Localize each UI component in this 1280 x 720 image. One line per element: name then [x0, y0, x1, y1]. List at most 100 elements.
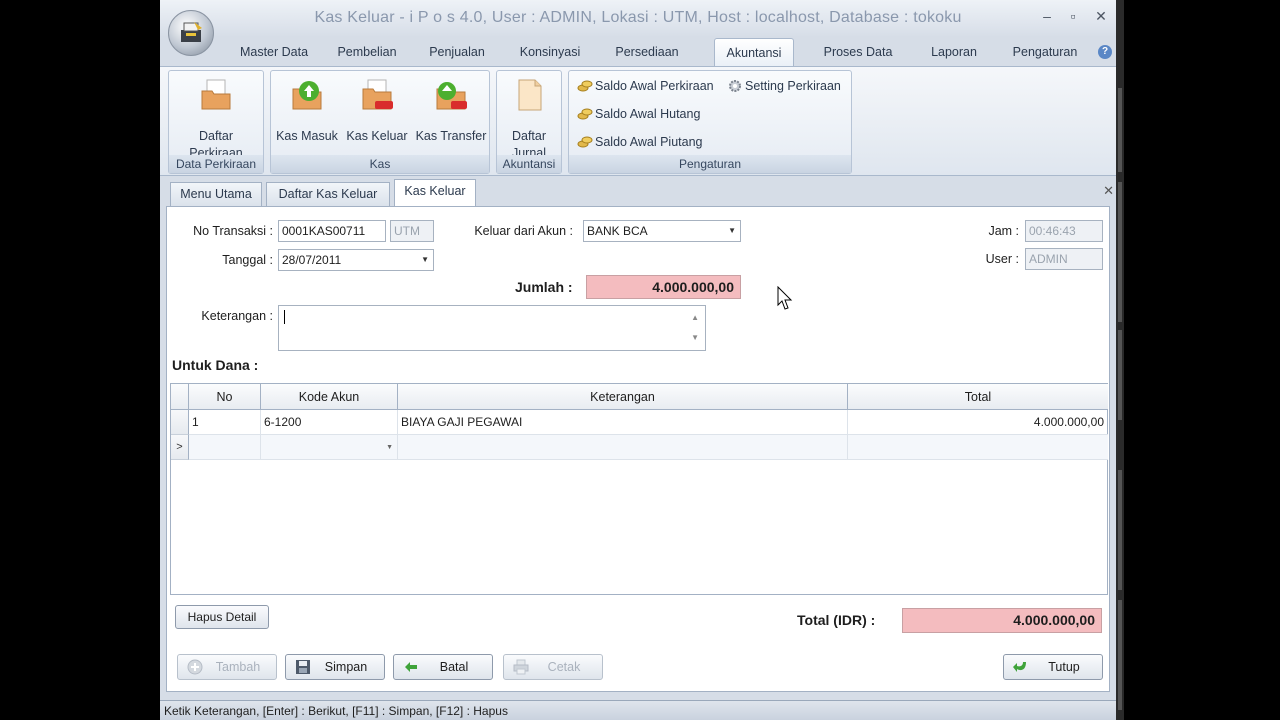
gear-icon: [729, 80, 741, 92]
tambah-button[interactable]: Tambah: [177, 654, 277, 680]
keterangan-textarea[interactable]: ▲ ▼: [278, 305, 706, 351]
new-cell-total[interactable]: [848, 435, 1108, 460]
coins-icon: [577, 136, 593, 148]
setting-perkiraan-button[interactable]: Setting Perkiraan: [725, 75, 841, 97]
window-title: Kas Keluar - i P o s 4.0, User : ADMIN, …: [314, 9, 962, 26]
close-button[interactable]: ✕: [1090, 6, 1112, 26]
tanggal-value: 28/07/2011: [282, 253, 342, 267]
row-header[interactable]: [171, 410, 189, 435]
daftar-jurnal-button[interactable]: Daftar Jurnal: [497, 77, 561, 162]
chevron-down-icon[interactable]: ▼: [728, 221, 736, 241]
group-data-perkiraan: Daftar Perkiraan Data Perkiraan: [168, 70, 264, 174]
daftar-jurnal-label-1: Daftar: [511, 129, 547, 143]
tab-kas-keluar[interactable]: Kas Keluar: [394, 179, 476, 206]
saldo-awal-perkiraan-button[interactable]: Saldo Awal Perkiraan: [575, 75, 714, 97]
group-label-pengaturan: Pengaturan: [569, 155, 851, 173]
minimize-button[interactable]: –: [1036, 6, 1058, 26]
group-kas: Kas Masuk Kas Keluar Kas Transfer Kas: [270, 70, 490, 174]
new-cell-keterangan[interactable]: [398, 435, 848, 460]
tab-penjualan[interactable]: Penjualan: [416, 38, 498, 66]
saldo-awal-piutang-button[interactable]: Saldo Awal Piutang: [575, 131, 703, 153]
cell-no[interactable]: 1: [189, 410, 261, 435]
tanggal-label: Tanggal :: [222, 253, 273, 267]
group-label-data-perkiraan: Data Perkiraan: [169, 155, 263, 173]
user-label: User :: [985, 252, 1019, 266]
tab-akuntansi[interactable]: Akuntansi: [714, 38, 794, 66]
detail-grid: No Kode Akun Keterangan Total 1 6-1200 B…: [170, 383, 1108, 595]
tab-daftar-kas-keluar[interactable]: Daftar Kas Keluar: [266, 182, 390, 206]
cash-register-icon: [181, 22, 202, 42]
column-header-total[interactable]: Total: [848, 384, 1108, 410]
scroll-up-icon[interactable]: ▲: [691, 308, 699, 328]
tab-proses-data[interactable]: Proses Data: [810, 38, 906, 66]
title-bar: Kas Keluar - i P o s 4.0, User : ADMIN, …: [160, 0, 1116, 36]
tab-konsinyasi[interactable]: Konsinyasi: [506, 38, 594, 66]
saldo-awal-hutang-button[interactable]: Saldo Awal Hutang: [575, 103, 700, 125]
background-strip: [1116, 0, 1124, 720]
jumlah-label: Jumlah :: [515, 279, 573, 295]
cell-keterangan[interactable]: BIAYA GAJI PEGAWAI: [398, 410, 848, 435]
folder-transfer-icon: [436, 82, 467, 110]
tab-pembelian[interactable]: Pembelian: [326, 38, 408, 66]
printer-icon: [513, 659, 529, 675]
folder-document-icon: [201, 79, 231, 110]
keluar-dari-akun-label: Keluar dari Akun :: [474, 224, 573, 238]
chevron-down-icon[interactable]: ▼: [421, 250, 429, 270]
simpan-label: Simpan: [324, 660, 368, 674]
tab-master-data[interactable]: Master Data: [230, 38, 318, 66]
new-cell-no[interactable]: [189, 435, 261, 460]
daftar-perkiraan-button[interactable]: Daftar Perkiraan: [169, 77, 263, 162]
kas-keluar-button[interactable]: Kas Keluar: [343, 77, 411, 145]
untuk-dana-label: Untuk Dana :: [172, 357, 259, 373]
tanggal-date-picker[interactable]: 28/07/2011 ▼: [278, 249, 434, 271]
help-icon[interactable]: ?: [1098, 45, 1112, 59]
folder-arrow-in-icon: [292, 81, 322, 110]
keluar-dari-akun-select[interactable]: BANK BCA ▼: [583, 220, 741, 242]
chevron-down-icon[interactable]: ▼: [386, 435, 393, 460]
kas-masuk-label: Kas Masuk: [276, 129, 338, 143]
undo-icon: [405, 662, 417, 672]
tab-menu-utama[interactable]: Menu Utama: [170, 182, 262, 206]
add-icon: [187, 659, 203, 675]
group-label-akuntansi: Akuntansi: [497, 155, 561, 173]
saldo-awal-hutang-label: Saldo Awal Hutang: [595, 107, 701, 121]
tab-pengaturan[interactable]: Pengaturan: [1000, 38, 1090, 66]
new-cell-kode-akun[interactable]: ▼: [261, 435, 398, 460]
column-header-kode-akun[interactable]: Kode Akun: [261, 384, 398, 410]
ribbon-tabs: Master Data Pembelian Penjualan Konsinya…: [220, 38, 1116, 66]
simpan-button[interactable]: Simpan: [285, 654, 385, 680]
group-pengaturan: Saldo Awal Perkiraan Setting Perkiraan S…: [568, 70, 852, 174]
scroll-down-icon[interactable]: ▼: [691, 328, 699, 348]
saldo-awal-piutang-label: Saldo Awal Piutang: [595, 135, 703, 149]
group-label-kas: Kas: [271, 155, 489, 173]
keluar-dari-akun-value: BANK BCA: [587, 224, 648, 238]
tutup-button[interactable]: Tutup: [1003, 654, 1103, 680]
app-menu-button[interactable]: [168, 10, 214, 56]
jam-field: 00:46:43: [1025, 220, 1103, 242]
column-header-keterangan[interactable]: Keterangan: [398, 384, 848, 410]
cetak-button[interactable]: Cetak: [503, 654, 603, 680]
coins-icon: [577, 108, 593, 120]
tutup-label: Tutup: [1048, 660, 1080, 674]
maximize-button[interactable]: ▫: [1062, 6, 1084, 26]
column-header-no[interactable]: No: [189, 384, 261, 410]
cell-total[interactable]: 4.000.000,00: [848, 410, 1108, 435]
batal-label: Batal: [439, 660, 469, 674]
grid-corner: [171, 384, 189, 410]
total-idr-label: Total (IDR) :: [797, 612, 876, 628]
no-transaksi-field[interactable]: 0001KAS00711: [278, 220, 386, 242]
hapus-detail-button[interactable]: Hapus Detail: [175, 605, 269, 629]
daftar-perkiraan-label-1: Daftar: [198, 129, 234, 143]
total-idr-field: 4.000.000,00: [902, 608, 1102, 633]
new-row-marker[interactable]: >: [171, 435, 189, 460]
close-tab-icon[interactable]: ✕: [1103, 183, 1114, 199]
saldo-awal-perkiraan-label: Saldo Awal Perkiraan: [595, 79, 714, 93]
tab-laporan[interactable]: Laporan: [914, 38, 994, 66]
jumlah-field: 4.000.000,00: [586, 275, 741, 299]
cell-kode-akun[interactable]: 6-1200: [261, 410, 398, 435]
tab-persediaan[interactable]: Persediaan: [602, 38, 692, 66]
setting-perkiraan-label: Setting Perkiraan: [745, 79, 841, 93]
kas-transfer-button[interactable]: Kas Transfer: [413, 77, 489, 145]
batal-button[interactable]: Batal: [393, 654, 493, 680]
kas-masuk-button[interactable]: Kas Masuk: [273, 77, 341, 145]
